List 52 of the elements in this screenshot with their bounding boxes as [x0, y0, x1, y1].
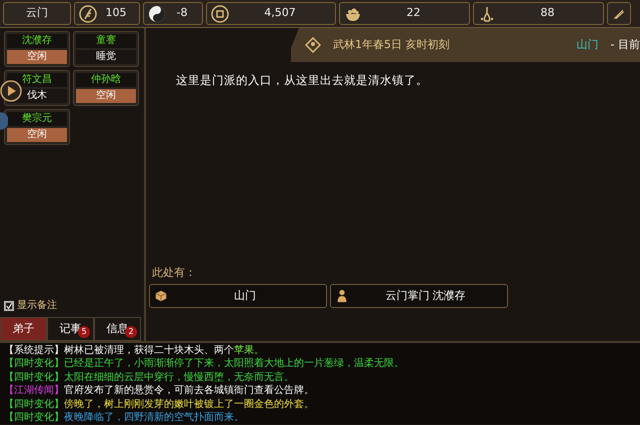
resource-value: 4,507	[263, 5, 297, 22]
person-icon	[334, 289, 348, 303]
play-icon[interactable]	[0, 80, 22, 102]
log-text: 傍晚了，树上刚刚发芽的嫩叶被镀上了一圈金色的外套。	[64, 398, 314, 410]
disciple-card[interactable]: 樊宗元 空闲	[4, 108, 70, 144]
disciple-name: 童謇	[76, 34, 136, 48]
disciple-status: 空闲	[7, 50, 67, 64]
gourd-icon	[478, 4, 496, 22]
resource-value: 105	[104, 5, 128, 22]
disciple-status: 睡觉	[76, 50, 136, 64]
coin-icon	[211, 4, 229, 22]
date-label: 武林1年春5日 亥时初刻	[333, 36, 450, 53]
scene-object-button[interactable]: 山门	[148, 284, 327, 308]
resource-value: 22	[406, 5, 422, 22]
log-text: 树林已被清理，获得二十块木头、两个	[64, 345, 234, 356]
log-tag: 【四时变化】	[4, 358, 64, 370]
count-badge: 5	[78, 326, 90, 338]
resource-value: 88	[540, 5, 556, 22]
log-text: 已经是正午了，小雨渐渐停了下来，太阳照着大地上的一片葱绿，温柔无限。	[64, 358, 404, 370]
here-label: 此处有：	[152, 264, 197, 280]
log-text: 夜晚降临了，四野清新的空气扑面而来。	[64, 412, 244, 424]
log-text: 官府发布了新的悬赏令，可前去各城镇衙门查看公告牌。	[64, 385, 314, 396]
checkbox[interactable]	[4, 300, 14, 310]
log-tag: 【江湖传闻】	[4, 385, 64, 396]
disciple-card[interactable]: 仲孙晗 空闲	[72, 70, 139, 106]
grain-icon	[79, 4, 97, 22]
disciple-card[interactable]: 沈濮存 空闲	[4, 31, 70, 67]
log-text: 太阳在细细的云层中穿行，慢慢西堕，无奈而无言。	[64, 372, 294, 383]
tab[interactable]: 弟子	[0, 317, 47, 341]
disciple-name: 沈濮存	[7, 34, 67, 48]
resource-value: -8	[176, 5, 188, 22]
location-link[interactable]: 山门	[576, 36, 599, 54]
disciple-name: 樊宗元	[7, 112, 67, 126]
disciple-status: 空闲	[7, 128, 67, 142]
log-text: 苹果。	[234, 345, 264, 356]
count-badge: 2	[125, 326, 137, 338]
disciple-name: 仲孙晗	[76, 72, 136, 87]
log-tag: 【四时变化】	[4, 412, 64, 424]
log-tag: 【四时变化】	[4, 398, 64, 410]
disciple-status: 空闲	[76, 88, 136, 103]
location-label: 云门	[3, 2, 71, 25]
box-icon	[154, 289, 168, 303]
disciple-card[interactable]: 童謇 睡觉	[72, 31, 139, 67]
scene-object-button[interactable]: 云门掌门 沈濮存	[330, 284, 508, 308]
round-button[interactable]	[0, 110, 8, 132]
scene-description: 这里是门派的入口，从这里出去就是清水镇了。	[176, 72, 429, 89]
checkbox-label: 显示备注	[17, 298, 57, 313]
log-tag: 【系统提示】	[4, 345, 64, 356]
location-suffix: - 目前	[610, 36, 640, 53]
log-tag: 【四时变化】	[4, 372, 64, 383]
yin-yang-icon	[148, 4, 166, 22]
map-icon	[305, 37, 321, 53]
